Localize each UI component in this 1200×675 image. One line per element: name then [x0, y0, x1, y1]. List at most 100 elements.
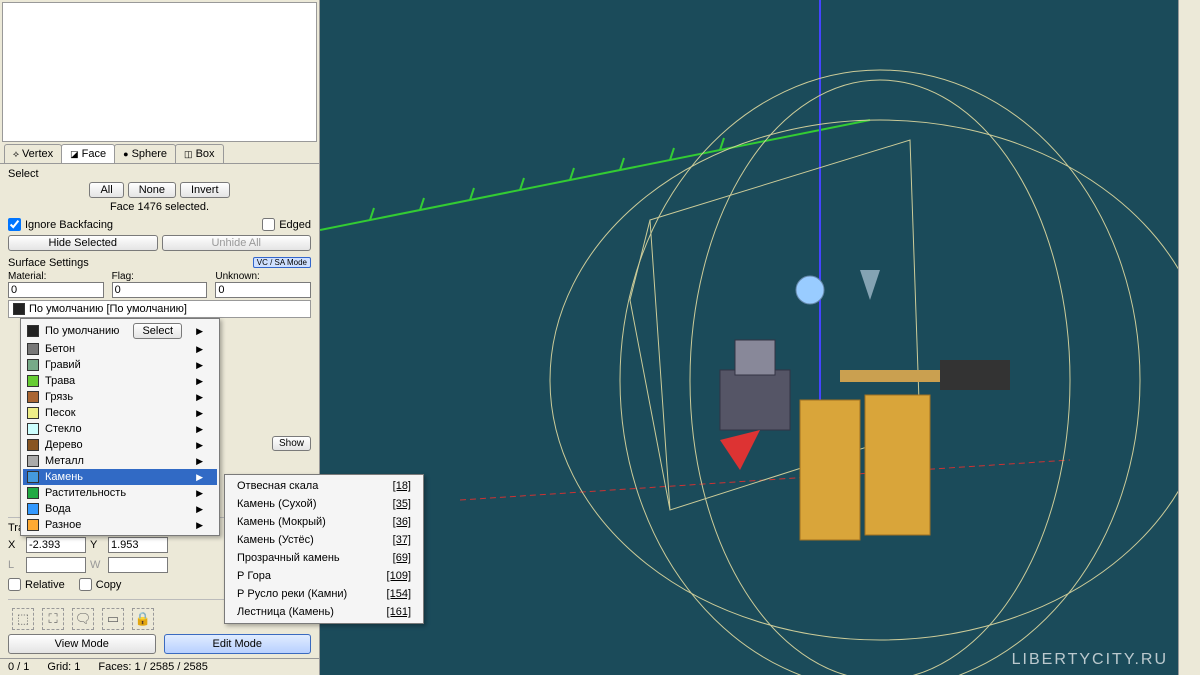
status-grid: Grid: 1	[47, 661, 80, 673]
vc-mode-badge[interactable]: VC / SA Mode	[253, 257, 311, 268]
swatch-icon	[27, 359, 39, 371]
view-mode-button[interactable]: View Mode	[8, 634, 156, 654]
tab-vertex[interactable]: ⟡Vertex	[4, 144, 62, 163]
x-field[interactable]	[26, 537, 86, 553]
material-menu-item[interactable]: Растительность▶	[23, 485, 217, 501]
edit-mode-button[interactable]: Edit Mode	[164, 634, 312, 654]
material-menu-item[interactable]: Металл▶	[23, 453, 217, 469]
stone-submenu-item[interactable]: Отвесная скала[18]	[227, 477, 421, 495]
tab-sphere[interactable]: ●Sphere	[114, 144, 176, 163]
stone-submenu-item[interactable]: Лестница (Камень) [161]	[227, 603, 421, 621]
tool-select-icon[interactable]: ⬚	[12, 608, 34, 630]
default-material-label: По умолчанию [По умолчанию]	[29, 303, 187, 315]
swatch-icon	[27, 391, 39, 403]
show-button[interactable]: Show	[272, 436, 311, 451]
stone-submenu-item[interactable]: Камень (Устёс)[37]	[227, 531, 421, 549]
tab-face-label: Face	[82, 148, 106, 160]
swatch-icon	[27, 503, 39, 515]
swatch-icon	[27, 375, 39, 387]
tab-box-label: Box	[196, 148, 215, 160]
submenu-value: [109]	[387, 570, 411, 582]
tool-tree-icon[interactable]: 🗨	[72, 608, 94, 630]
material-field[interactable]	[8, 282, 104, 298]
submenu-arrow-icon: ▶	[196, 376, 203, 387]
l-label: L	[8, 559, 22, 571]
hide-selected-button[interactable]: Hide Selected	[8, 235, 158, 251]
stone-submenu-item[interactable]: Р Русло реки (Камни)[154]	[227, 585, 421, 603]
l-field[interactable]	[26, 557, 86, 573]
stone-submenu-item[interactable]: Р Гора[109]	[227, 567, 421, 585]
material-menu: По умолчаниюSelect▶Бетон▶Гравий▶Трава▶Гр…	[20, 318, 220, 536]
material-menu-item[interactable]: Гравий ▶	[23, 357, 217, 373]
material-menu-label: По умолчанию	[45, 325, 119, 337]
material-menu-label: Стекло	[45, 423, 82, 435]
swatch-icon	[27, 343, 39, 355]
swatch-icon	[27, 325, 39, 337]
submenu-value: [161]	[387, 606, 411, 618]
default-material-bar[interactable]: По умолчанию [По умолчанию]	[8, 300, 311, 318]
material-menu-label: Разное	[45, 519, 81, 531]
tab-box[interactable]: ◫Box	[175, 144, 223, 163]
stone-submenu-item[interactable]: Камень (Мокрый)[36]	[227, 513, 421, 531]
material-menu-item[interactable]: Вода▶	[23, 501, 217, 517]
material-menu-label: Трава	[45, 375, 75, 387]
material-menu-label: Песок	[45, 407, 76, 419]
material-menu-item[interactable]: Разное▶	[23, 517, 217, 533]
material-menu-item[interactable]: Грязь▶	[23, 389, 217, 405]
status-faces: Faces: 1 / 2585 / 2585	[98, 661, 207, 673]
submenu-value: [69]	[393, 552, 411, 564]
y-field[interactable]	[108, 537, 168, 553]
material-menu-label: Дерево	[45, 439, 83, 451]
status-count: 0 / 1	[8, 661, 29, 673]
tool-crop-icon[interactable]: ⛶	[42, 608, 64, 630]
scene	[320, 0, 1178, 675]
select-invert-button[interactable]: Invert	[180, 182, 230, 198]
swatch-icon	[27, 519, 39, 531]
stone-submenu-item[interactable]: Камень (Сухой) [35]	[227, 495, 421, 513]
submenu-label: Камень (Сухой)	[237, 498, 316, 510]
material-menu-item[interactable]: Дерево ▶	[23, 437, 217, 453]
select-none-button[interactable]: None	[128, 182, 176, 198]
select-all-button[interactable]: All	[89, 182, 123, 198]
submenu-label: Лестница (Камень)	[237, 606, 334, 618]
submenu-arrow-icon: ▶	[196, 488, 203, 499]
material-menu-item[interactable]: Стекло▶	[23, 421, 217, 437]
material-menu-label: Гравий	[45, 359, 81, 371]
menu-select-button[interactable]: Select	[133, 323, 182, 339]
tab-face[interactable]: ◪Face	[61, 144, 115, 163]
material-menu-item[interactable]: Бетон▶	[23, 341, 217, 357]
flag-field[interactable]	[112, 282, 208, 298]
y-label: Y	[90, 539, 104, 551]
material-menu-item[interactable]: По умолчанию Select ▶	[23, 321, 217, 341]
submenu-value: [35]	[393, 498, 411, 510]
tool-camera-icon[interactable]: ▭	[102, 608, 124, 630]
material-menu-item[interactable]: Камень▶	[23, 469, 217, 485]
w-field[interactable]	[108, 557, 168, 573]
swatch-icon	[27, 455, 39, 467]
unknown-field[interactable]	[215, 282, 311, 298]
relative-checkbox[interactable]: Relative	[8, 578, 65, 591]
ignore-backfacing-checkbox[interactable]: Ignore Backfacing	[8, 218, 113, 231]
material-menu-label: Камень	[45, 471, 83, 483]
selection-status: Face 1476 selected.	[8, 201, 311, 213]
submenu-arrow-icon: ▶	[196, 360, 203, 371]
material-menu-item[interactable]: Трава ▶	[23, 373, 217, 389]
unhide-all-button[interactable]: Unhide All	[162, 235, 312, 251]
surface-label: Surface Settings	[8, 257, 89, 269]
submenu-arrow-icon: ▶	[196, 440, 203, 451]
copy-checkbox[interactable]: Copy	[79, 578, 122, 591]
tabs: ⟡Vertex ◪Face ●Sphere ◫Box	[0, 144, 319, 164]
material-menu-item[interactable]: Песок▶	[23, 405, 217, 421]
edged-checkbox[interactable]: Edged	[262, 218, 311, 231]
swatch-icon	[27, 487, 39, 499]
submenu-label: Прозрачный камень	[237, 552, 340, 564]
preview-area	[2, 2, 317, 142]
stone-submenu-item[interactable]: Прозрачный камень [69]	[227, 549, 421, 567]
submenu-label: Камень (Мокрый)	[237, 516, 326, 528]
ignore-backfacing-label: Ignore Backfacing	[25, 219, 113, 231]
submenu-arrow-icon: ▶	[196, 326, 203, 337]
watermark: LIBERTYCITY.RU	[1012, 651, 1168, 669]
x-label: X	[8, 539, 22, 551]
viewport-3d[interactable]: LIBERTYCITY.RU	[320, 0, 1178, 675]
tool-lock-icon[interactable]: 🔒	[132, 608, 154, 630]
